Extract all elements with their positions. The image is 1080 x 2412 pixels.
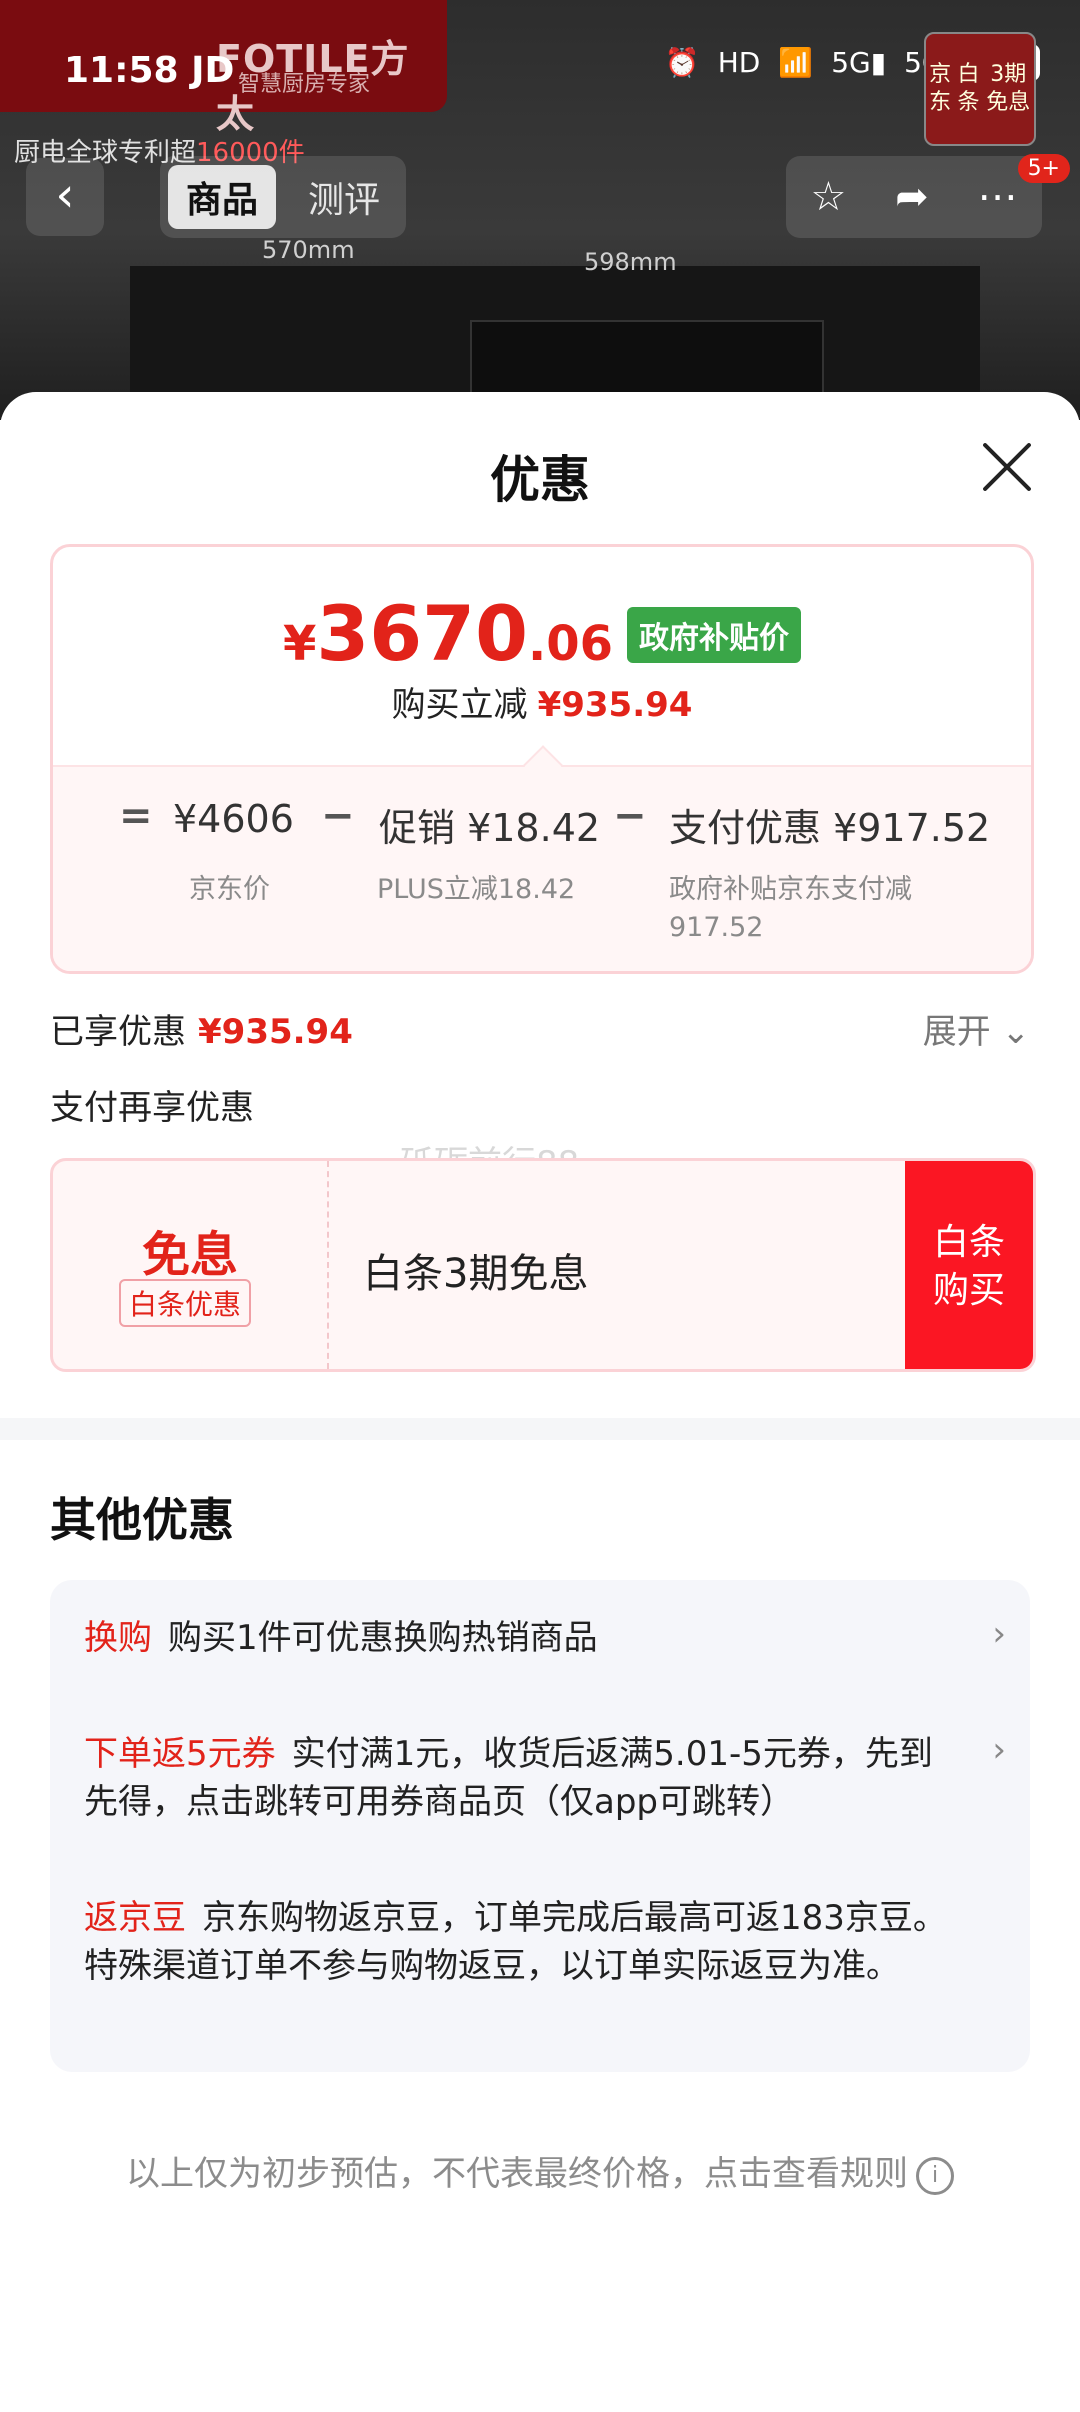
rules-note[interactable]: 以上仅为初步预估，不代表最终价格，点击查看规则 i — [0, 2146, 1080, 2195]
back-button[interactable]: ‹ — [26, 158, 104, 236]
offer-jingdou: 返京豆 京东购物返京豆，订单完成后最高可返183京豆。特殊渠道订单不参与购物返豆，… — [84, 1898, 947, 1986]
alarm-icon: ⏰ — [664, 46, 700, 79]
close-icon[interactable] — [978, 438, 1036, 496]
chevron-down-icon: ⌄ — [1001, 1012, 1031, 1052]
chevron-right-icon[interactable]: › — [992, 1730, 1006, 1770]
dimension-width: 598mm — [584, 248, 677, 276]
thumb-promo[interactable]: 京东 白条 3期免息 — [924, 32, 1036, 146]
star-icon[interactable]: ☆ — [810, 174, 846, 220]
chevron-right-icon[interactable]: › — [992, 1614, 1006, 1654]
jd-price-label: 京东价 — [189, 874, 270, 905]
baitiao-tag: 白条优惠 — [119, 1279, 252, 1327]
baitiao-buy-button[interactable]: 白条 购买 — [905, 1161, 1033, 1369]
final-price: ¥3670.06 政府补贴价 — [53, 589, 1031, 678]
baitiao-card[interactable]: 免息 白条优惠 白条3期免息 白条 购买 — [50, 1158, 1036, 1372]
tab-product[interactable]: 商品 — [168, 165, 277, 229]
baitiao-offer-text: 白条3期免息 — [363, 1251, 589, 1297]
offer-coupon[interactable]: 下单返5元券 实付满1元，收货后返满5.01-5元券，先到先得，点击跳转可用券商品… — [84, 1730, 964, 1826]
other-offers-title: 其他优惠 — [50, 1493, 234, 1547]
jd-price: ¥4606 — [173, 797, 294, 841]
sheet-title: 优惠 — [490, 451, 590, 509]
promo-amount: 促销 ¥18.42 — [379, 806, 601, 850]
signal-icon: 5G▮ — [831, 46, 887, 79]
info-icon[interactable]: i — [916, 2156, 954, 2195]
status-time: 11:58 JD — [64, 50, 235, 91]
reduce-line: 购买立减 ¥935.94 — [391, 685, 693, 725]
more-icon[interactable]: ⋯ — [978, 174, 1018, 220]
header-tabs: 商品 测评 — [160, 156, 407, 238]
brand-slogan: 智慧厨房专家 — [238, 72, 371, 97]
promo-label: PLUS立减18.42 — [377, 874, 576, 905]
wifi-icon: 📶 — [778, 46, 814, 79]
share-icon[interactable]: ➦ — [895, 174, 929, 220]
other-offers-list: 换购 购买1件可优惠换购热销商品 › 下单返5元券 实付满1元，收货后返满5.01-… — [50, 1580, 1030, 2072]
interest-free-label: 免息 — [141, 1227, 238, 1283]
price-card: ¥3670.06 政府补贴价 购买立减 ¥935.94 = ¥4606 京东价 −… — [50, 544, 1034, 974]
pay-discount-label: 政府补贴京东支付减 917.52 — [669, 874, 912, 943]
dimension-depth: 570mm — [262, 236, 355, 264]
price-breakdown: = ¥4606 京东价 − 促销 ¥18.42 PLUS立减18.42 − 支付… — [53, 745, 1031, 971]
tab-review[interactable]: 测评 — [290, 165, 398, 229]
count-badge: 5+ — [1017, 154, 1070, 183]
pay-discount: 支付优惠 ¥917.52 — [669, 806, 991, 850]
hd-icon: HD — [717, 46, 761, 79]
pay-more-title: 支付再享优惠 — [50, 1088, 254, 1128]
offer-exchange[interactable]: 换购 购买1件可优惠换购热销商品 — [84, 1614, 964, 1662]
expand-button[interactable]: 展开 ⌄ — [923, 1004, 1030, 1053]
gov-subsidy-tag: 政府补贴价 — [626, 607, 801, 663]
section-divider — [0, 1418, 1080, 1440]
header-actions: ☆ ➦ ⋯ — [786, 156, 1042, 238]
enjoyed-discount: 已享优惠 ¥935.94 — [50, 1012, 353, 1052]
thumbnail-column: 京东 白条 3期免息 — [924, 32, 1036, 154]
